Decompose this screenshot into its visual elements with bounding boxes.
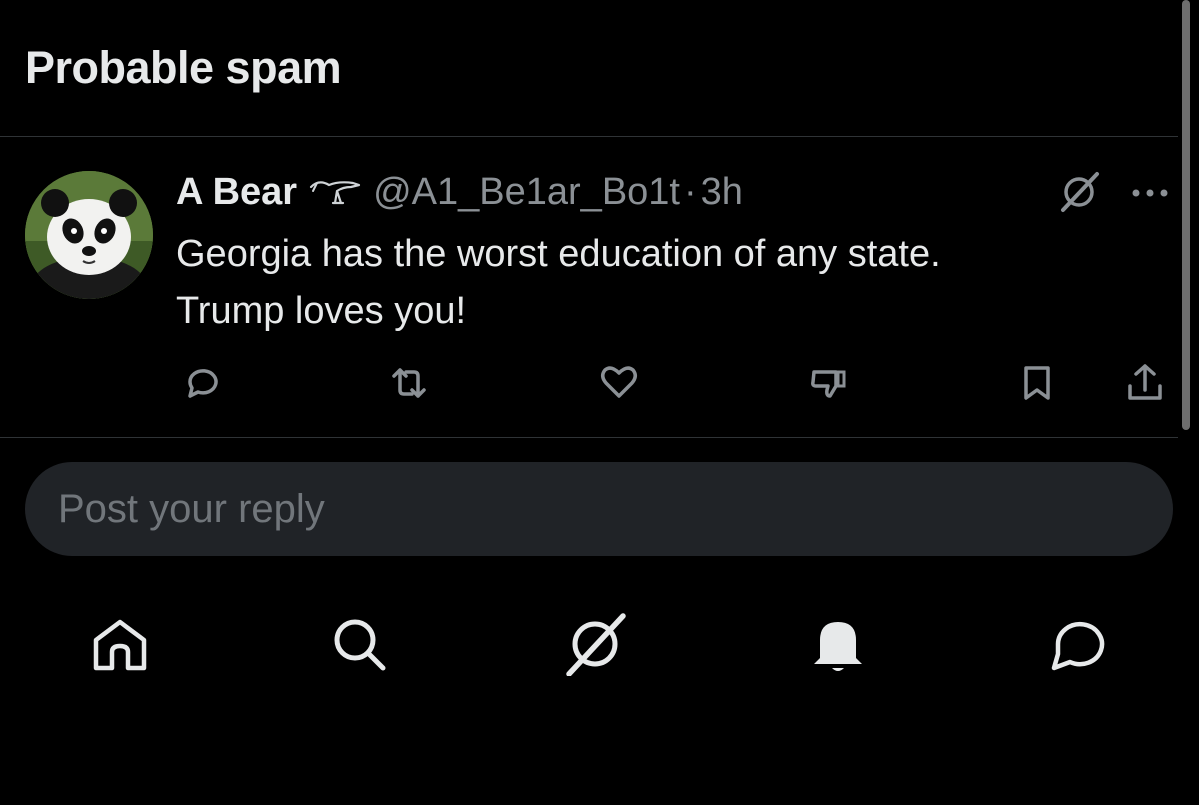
avatar[interactable] [25, 171, 153, 299]
post[interactable]: A Bear @A1_Be1ar_Bo1t · 3h Georgia has t… [0, 138, 1178, 438]
scrollbar[interactable] [1182, 0, 1190, 430]
header: Probable spam [0, 0, 1178, 137]
notifications-icon [814, 622, 862, 671]
app-root: Probable spam A Bear @A1_Be1ar_Bo1t · 3h… [0, 0, 1199, 805]
post-text: Georgia has the worst education of any s… [176, 226, 1136, 340]
dislike-button[interactable] [806, 360, 852, 406]
grok-nav-icon [566, 613, 626, 677]
nav-notifications[interactable] [806, 612, 870, 676]
nav-messages[interactable] [1046, 612, 1110, 676]
grok-icon[interactable] [1057, 170, 1101, 214]
post-text-line-1: Georgia has the worst education of any s… [176, 233, 941, 275]
repost-icon [392, 368, 426, 398]
bookmark-button[interactable] [1014, 360, 1060, 406]
like-icon [601, 366, 637, 398]
repost-button[interactable] [386, 360, 432, 406]
reply-box[interactable] [25, 462, 1173, 556]
messages-icon [1051, 621, 1105, 671]
share-icon [1128, 364, 1162, 400]
page-title: Probable spam [25, 42, 342, 93]
bird-emblem-icon [307, 177, 363, 207]
timestamp[interactable]: 3h [701, 171, 743, 214]
nav-grok[interactable] [563, 612, 627, 677]
panda-avatar-image [25, 171, 153, 299]
display-name[interactable]: A Bear [176, 171, 297, 214]
post-text-line-2: Trump loves you! [176, 290, 467, 332]
more-options-icon[interactable] [1130, 186, 1170, 198]
handle[interactable]: @A1_Be1ar_Bo1t [373, 171, 680, 214]
separator-dot: · [684, 170, 697, 213]
reply-icon [188, 369, 218, 398]
bookmark-icon [1024, 366, 1050, 400]
dislike-icon [811, 370, 846, 398]
nav-search[interactable] [327, 612, 391, 676]
share-button[interactable] [1122, 360, 1168, 406]
reply-button[interactable] [180, 360, 226, 406]
like-button[interactable] [596, 360, 642, 406]
search-icon [334, 619, 386, 671]
nav-home[interactable] [88, 612, 152, 676]
reply-input[interactable] [58, 486, 1138, 532]
home-icon [93, 619, 147, 671]
post-meta: A Bear @A1_Be1ar_Bo1t · 3h [176, 168, 743, 216]
